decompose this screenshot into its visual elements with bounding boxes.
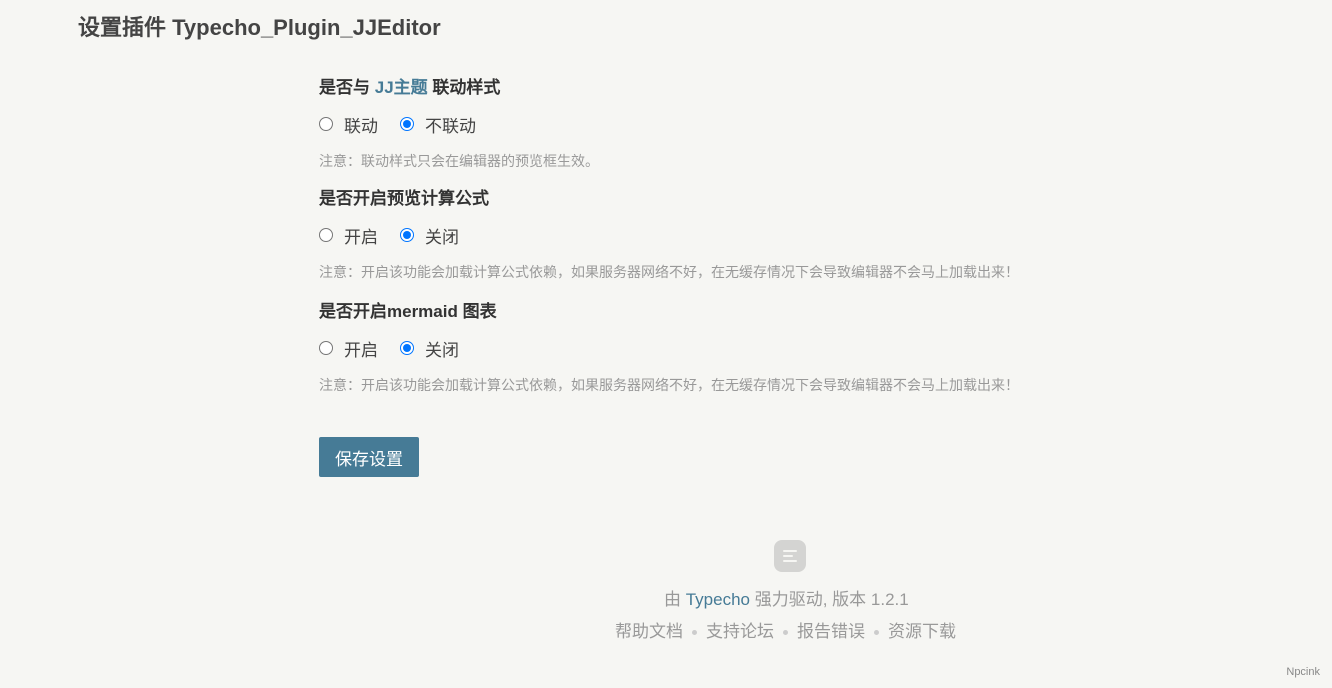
section-mermaid: 是否开启mermaid 图表 开启 关闭 注意：开启该功能会加载计算公式依赖，如… bbox=[319, 298, 1219, 410]
radio-label: 关闭 bbox=[425, 227, 459, 247]
radio-group-mermaid: 开启 关闭 bbox=[319, 333, 1219, 363]
plugin-settings-page: 设置插件 Typecho_Plugin_JJEditor 是否与 JJ主题 联动… bbox=[0, 0, 1332, 688]
radio-label: 开启 bbox=[344, 340, 378, 360]
footer-link-report-bug[interactable]: 报告错误 bbox=[797, 620, 865, 644]
save-settings-button[interactable]: 保存设置 bbox=[319, 437, 419, 477]
radio-group-theme-linkage: 联动 不联动 bbox=[319, 109, 1219, 139]
label-suffix: 联动样式 bbox=[427, 78, 501, 97]
radio-option-enable[interactable]: 开启 bbox=[319, 223, 378, 248]
typecho-link[interactable]: Typecho bbox=[686, 590, 750, 609]
section-label-mermaid: 是否开启mermaid 图表 bbox=[319, 302, 497, 321]
typecho-logo-icon[interactable] bbox=[774, 540, 806, 572]
section-note: 注意：开启该功能会加载计算公式依赖，如果服务器网络不好，在无缓存情况下会导致编辑… bbox=[319, 377, 1019, 393]
radio-label: 不联动 bbox=[425, 116, 476, 136]
footer-link-help-docs[interactable]: 帮助文档 bbox=[615, 620, 683, 644]
footer-link-downloads[interactable]: 资源下载 bbox=[888, 620, 956, 644]
radio-label: 联动 bbox=[344, 116, 378, 136]
section-theme-linkage: 是否与 JJ主题 联动样式 联动 不联动 注意：联动样式只会在编辑器的预览框生效… bbox=[319, 74, 1219, 185]
radio-option-no-link[interactable]: 不联动 bbox=[400, 112, 476, 137]
radio-button-unchecked[interactable] bbox=[319, 117, 333, 131]
radio-button-checked[interactable] bbox=[400, 117, 414, 131]
section-label-theme-linkage: 是否与 JJ主题 联动样式 bbox=[319, 74, 1219, 102]
separator-dot bbox=[783, 629, 788, 635]
radio-option-disable[interactable]: 关闭 bbox=[400, 223, 459, 248]
radio-label: 开启 bbox=[344, 227, 378, 247]
label-prefix: 是否与 bbox=[319, 78, 375, 97]
radio-option-disable[interactable]: 关闭 bbox=[400, 336, 459, 361]
separator-dot bbox=[874, 629, 879, 635]
section-note: 注意：联动样式只会在编辑器的预览框生效。 bbox=[319, 153, 599, 169]
page-title: 设置插件 Typecho_Plugin_JJEditor bbox=[78, 15, 441, 40]
radio-button-unchecked[interactable] bbox=[319, 228, 333, 242]
powered-suffix: 强力驱动, 版本 1.2.1 bbox=[750, 590, 909, 609]
section-label-preview-formula: 是否开启预览计算公式 bbox=[319, 189, 489, 208]
footer-links: 帮助文档 支持论坛 报告错误 资源下载 bbox=[615, 620, 956, 644]
radio-group-preview-formula: 开启 关闭 bbox=[319, 220, 1219, 250]
footer-link-support-forum[interactable]: 支持论坛 bbox=[706, 620, 774, 644]
section-note: 注意：开启该功能会加载计算公式依赖，如果服务器网络不好，在无缓存情况下会导致编辑… bbox=[319, 264, 1019, 280]
jj-theme-link[interactable]: JJ主题 bbox=[375, 78, 428, 97]
plugin-config-form: 是否与 JJ主题 联动样式 联动 不联动 注意：联动样式只会在编辑器的预览框生效… bbox=[319, 74, 1219, 477]
radio-label: 关闭 bbox=[425, 340, 459, 360]
watermark: Npcink bbox=[1286, 666, 1320, 678]
section-preview-formula: 是否开启预览计算公式 开启 关闭 注意：开启该功能会加载计算公式依赖，如果服务器… bbox=[319, 185, 1219, 298]
powered-prefix: 由 bbox=[664, 590, 686, 609]
radio-option-enable[interactable]: 开启 bbox=[319, 336, 378, 361]
radio-button-unchecked[interactable] bbox=[319, 341, 333, 355]
separator-dot bbox=[692, 629, 697, 635]
radio-button-checked[interactable] bbox=[400, 228, 414, 242]
footer-powered-by: 由 Typecho 强力驱动, 版本 1.2.1 bbox=[664, 588, 909, 612]
radio-option-link[interactable]: 联动 bbox=[319, 112, 378, 137]
radio-button-checked[interactable] bbox=[400, 341, 414, 355]
